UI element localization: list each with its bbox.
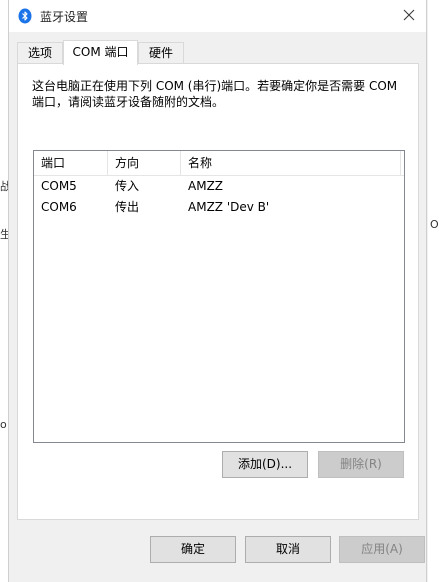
table-row[interactable]: COM6 传出 AMZZ 'Dev B' [34,197,404,218]
background-text-fragment: o [0,418,7,431]
column-header-name[interactable]: 名称 [181,151,401,175]
ok-button[interactable]: 确定 [150,536,236,563]
cell-direction: 传入 [115,179,140,193]
cancel-button[interactable]: 取消 [245,536,331,563]
add-port-button[interactable]: 添加(D)... [222,451,308,478]
bluetooth-icon [17,8,33,24]
com-ports-panel: 这台电脑正在使用下列 COM (串行)端口。若要确定你是否需要 COM 端口，请… [17,63,419,520]
bluetooth-settings-dialog: 蓝牙设置 选项 COM 端口 硬件 这台电脑正在使用下列 COM (串行)端口。… [8,0,427,582]
close-button[interactable] [394,2,424,30]
cell-name: AMZZ 'Dev B' [188,200,270,214]
cell-name: AMZZ [188,179,224,193]
background-window-right: O [428,0,439,582]
cell-port: COM5 [41,179,77,193]
tab-hardware[interactable]: 硬件 [138,42,184,63]
remove-port-button[interactable]: 删除(R) [318,451,404,478]
cell-port: COM6 [41,200,77,214]
column-header-direction[interactable]: 方向 [108,151,181,175]
list-header: 端口 方向 名称 [34,151,404,176]
com-ports-description: 这台电脑正在使用下列 COM (串行)端口。若要确定你是否需要 COM 端口，请… [32,78,404,110]
description-line: 端口，请阅读蓝牙设备随附的文档。 [32,95,225,109]
description-line: 这台电脑正在使用下列 COM (串行)端口。若要确定你是否需要 COM [32,79,398,93]
title-bar[interactable]: 蓝牙设置 [9,0,426,32]
com-ports-list[interactable]: 端口 方向 名称 COM5 传入 AMZZ COM6 传出 AMZZ 'Dev … [33,150,405,443]
background-window-left: 战 生 o [0,0,11,582]
apply-button[interactable]: 应用(A) [339,536,425,563]
close-icon [403,9,415,24]
table-row[interactable]: COM5 传入 AMZZ [34,176,404,197]
tab-com-ports[interactable]: COM 端口 [63,40,138,65]
column-header-port[interactable]: 端口 [34,151,108,175]
tab-options[interactable]: 选项 [17,42,63,63]
cell-direction: 传出 [115,200,140,214]
background-text-fragment: O [430,218,439,231]
window-title: 蓝牙设置 [40,10,89,24]
